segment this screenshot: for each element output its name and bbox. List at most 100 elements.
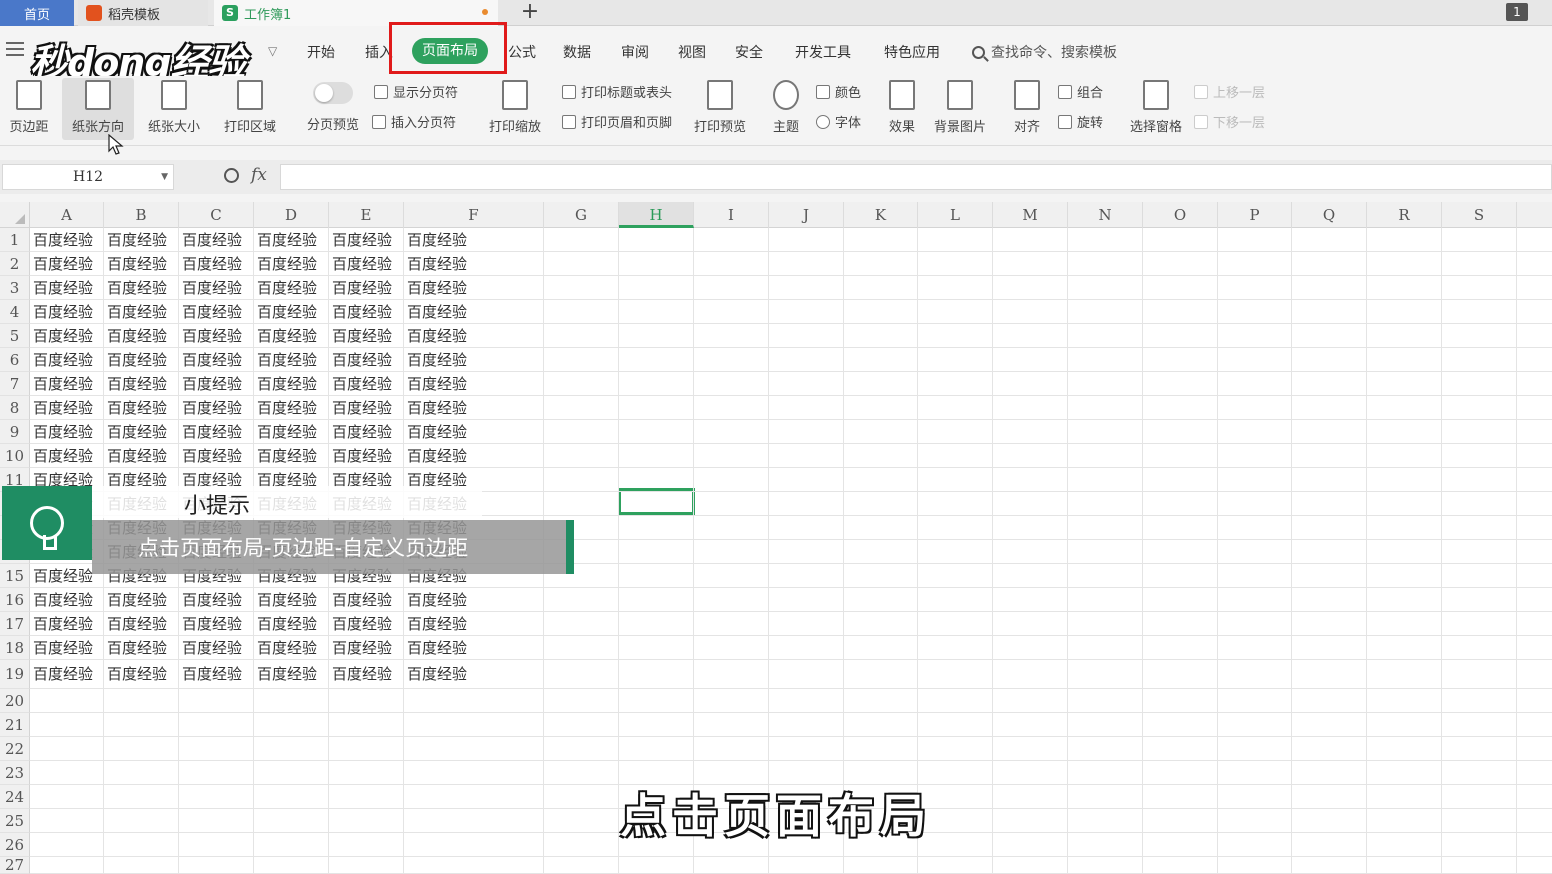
- select-all-corner[interactable]: [0, 202, 30, 228]
- row-header[interactable]: 20: [0, 689, 30, 713]
- table-cell[interactable]: 百度经验: [33, 422, 93, 442]
- table-cell[interactable]: 百度经验: [332, 230, 392, 250]
- table-cell[interactable]: 百度经验: [182, 230, 242, 250]
- row-header[interactable]: 24: [0, 785, 30, 809]
- column-header[interactable]: J: [769, 202, 844, 228]
- new-tab-button[interactable]: +: [518, 0, 542, 26]
- table-cell[interactable]: 百度经验: [257, 326, 317, 346]
- table-cell[interactable]: 百度经验: [407, 350, 467, 370]
- table-cell[interactable]: 百度经验: [107, 302, 167, 322]
- row-header[interactable]: 3: [0, 276, 30, 300]
- row-header[interactable]: 19: [0, 660, 30, 689]
- menu-view[interactable]: 视图: [678, 42, 706, 62]
- table-cell[interactable]: 百度经验: [257, 254, 317, 274]
- table-cell[interactable]: 百度经验: [107, 422, 167, 442]
- table-cell[interactable]: 百度经验: [257, 614, 317, 634]
- zoom-icon[interactable]: [224, 168, 239, 183]
- margins-button[interactable]: 页边距: [2, 80, 56, 135]
- table-cell[interactable]: 百度经验: [257, 278, 317, 298]
- table-cell[interactable]: 百度经验: [107, 374, 167, 394]
- menu-page-layout[interactable]: 页面布局: [412, 38, 488, 64]
- table-cell[interactable]: 百度经验: [182, 664, 242, 684]
- tab-home[interactable]: 首页: [0, 0, 74, 26]
- table-cell[interactable]: 百度经验: [407, 278, 467, 298]
- row-header[interactable]: 4: [0, 300, 30, 324]
- orientation-button[interactable]: 纸张方向: [62, 78, 134, 140]
- table-cell[interactable]: 百度经验: [182, 254, 242, 274]
- print-scale-button[interactable]: 打印缩放: [482, 80, 548, 135]
- column-header[interactable]: S: [1442, 202, 1517, 228]
- insert-page-break-button[interactable]: 插入分页符: [372, 112, 456, 131]
- selection-pane-button[interactable]: 选择窗格: [1126, 80, 1186, 135]
- column-header[interactable]: F: [404, 202, 544, 228]
- table-cell[interactable]: 百度经验: [257, 664, 317, 684]
- table-cell[interactable]: 百度经验: [182, 398, 242, 418]
- column-header[interactable]: A: [30, 202, 104, 228]
- table-cell[interactable]: 百度经验: [407, 374, 467, 394]
- table-cell[interactable]: 百度经验: [257, 590, 317, 610]
- table-cell[interactable]: 百度经验: [33, 254, 93, 274]
- function-icon[interactable]: fx: [251, 165, 267, 185]
- column-header[interactable]: K: [844, 202, 918, 228]
- row-header[interactable]: 22: [0, 737, 30, 761]
- table-cell[interactable]: 百度经验: [257, 230, 317, 250]
- table-cell[interactable]: 百度经验: [407, 664, 467, 684]
- effects-button[interactable]: 效果: [882, 80, 922, 135]
- send-backward-button[interactable]: 下移一层: [1194, 112, 1265, 131]
- rotate-button[interactable]: 旋转: [1058, 112, 1103, 131]
- row-header[interactable]: 8: [0, 396, 30, 420]
- table-cell[interactable]: 百度经验: [407, 638, 467, 658]
- table-cell[interactable]: 百度经验: [332, 350, 392, 370]
- colors-button[interactable]: 颜色: [816, 82, 861, 101]
- table-cell[interactable]: 百度经验: [182, 374, 242, 394]
- table-cell[interactable]: 百度经验: [257, 374, 317, 394]
- column-header[interactable]: E: [329, 202, 404, 228]
- row-header[interactable]: 27: [0, 857, 30, 874]
- table-cell[interactable]: 百度经验: [182, 446, 242, 466]
- paper-size-button[interactable]: 纸张大小: [140, 80, 208, 135]
- row-header[interactable]: 21: [0, 713, 30, 737]
- table-cell[interactable]: 百度经验: [33, 446, 93, 466]
- column-header[interactable]: G: [544, 202, 619, 228]
- tab-template[interactable]: 稻壳模板: [78, 0, 208, 26]
- menu-review[interactable]: 审阅: [621, 42, 649, 62]
- table-cell[interactable]: 百度经验: [33, 350, 93, 370]
- column-header[interactable]: D: [254, 202, 329, 228]
- table-cell[interactable]: 百度经验: [332, 422, 392, 442]
- menu-developer[interactable]: 开发工具: [795, 42, 851, 62]
- table-cell[interactable]: 百度经验: [33, 398, 93, 418]
- toggle-switch[interactable]: [313, 82, 353, 104]
- menu-data[interactable]: 数据: [563, 42, 591, 62]
- row-header[interactable]: 5: [0, 324, 30, 348]
- table-cell[interactable]: 百度经验: [407, 302, 467, 322]
- table-cell[interactable]: 百度经验: [33, 278, 93, 298]
- table-cell[interactable]: 百度经验: [182, 350, 242, 370]
- print-preview-button[interactable]: 打印预览: [690, 80, 750, 135]
- row-header[interactable]: 2: [0, 252, 30, 276]
- print-header-footer-button[interactable]: 打印页眉和页脚: [562, 112, 672, 131]
- row-header[interactable]: 17: [0, 612, 30, 636]
- table-cell[interactable]: 百度经验: [407, 398, 467, 418]
- table-cell[interactable]: 百度经验: [182, 278, 242, 298]
- menu-start[interactable]: 开始: [307, 42, 335, 62]
- table-cell[interactable]: 百度经验: [332, 326, 392, 346]
- column-header[interactable]: Q: [1292, 202, 1367, 228]
- table-cell[interactable]: 百度经验: [33, 638, 93, 658]
- row-header[interactable]: 1: [0, 228, 30, 252]
- row-header[interactable]: 18: [0, 636, 30, 660]
- row-header[interactable]: 10: [0, 444, 30, 468]
- table-cell[interactable]: 百度经验: [257, 446, 317, 466]
- menu-special-apps[interactable]: 特色应用: [884, 42, 940, 62]
- column-header[interactable]: P: [1218, 202, 1292, 228]
- column-header[interactable]: C: [179, 202, 254, 228]
- row-header[interactable]: 26: [0, 833, 30, 857]
- print-area-button[interactable]: 打印区域: [216, 80, 284, 135]
- column-header[interactable]: M: [993, 202, 1068, 228]
- table-cell[interactable]: 百度经验: [107, 398, 167, 418]
- table-cell[interactable]: 百度经验: [332, 374, 392, 394]
- table-cell[interactable]: 百度经验: [33, 614, 93, 634]
- row-header[interactable]: 15: [0, 564, 30, 588]
- table-cell[interactable]: 百度经验: [107, 350, 167, 370]
- theme-button[interactable]: 主题: [766, 80, 806, 135]
- background-image-button[interactable]: 背景图片: [930, 80, 990, 135]
